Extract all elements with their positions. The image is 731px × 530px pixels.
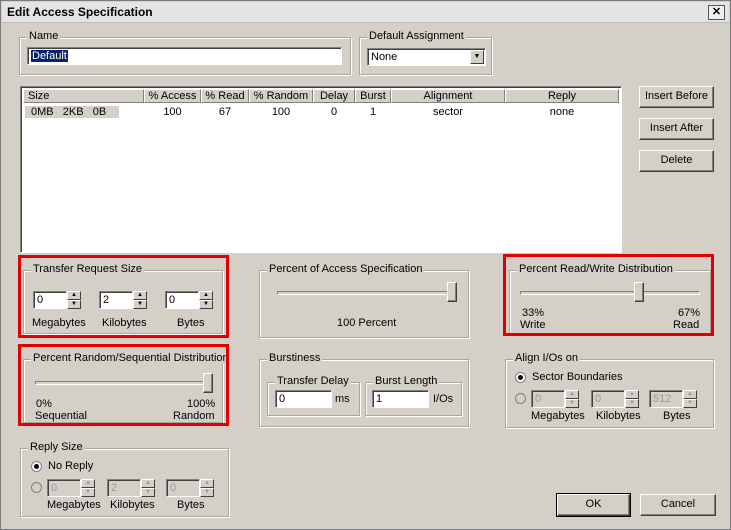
- reply-megabytes-label: Megabytes: [47, 499, 101, 511]
- reply-bytes-input[interactable]: 0: [166, 479, 200, 497]
- align-bytes-input[interactable]: 512: [649, 390, 683, 408]
- cell-size: 0MB 2KB 0B: [25, 106, 119, 118]
- reply-kilobytes-spinner[interactable]: ▲ ▼: [141, 479, 155, 497]
- transfer-delay-legend: Transfer Delay: [275, 375, 351, 387]
- close-icon[interactable]: ✕: [708, 5, 725, 20]
- burstiness-legend: Burstiness: [267, 352, 323, 364]
- cell-read: 67: [218, 106, 232, 118]
- edit-access-dialog: Edit Access Specification ✕ Name Default…: [0, 0, 731, 530]
- align-megabytes-spinner[interactable]: ▲ ▼: [565, 390, 579, 408]
- reply-kilobytes-label: Kilobytes: [110, 499, 155, 511]
- percent-access-slider[interactable]: [277, 291, 457, 295]
- percent-access-value: 100 Percent: [337, 317, 397, 329]
- align-megabytes-input[interactable]: 0: [531, 390, 565, 408]
- col-header-size[interactable]: Size: [23, 89, 144, 103]
- name-input[interactable]: Default: [27, 47, 342, 65]
- reply-megabytes-spinner[interactable]: ▲ ▼: [81, 479, 95, 497]
- cell-delay: 0: [330, 106, 338, 118]
- default-assignment-legend: Default Assignment: [367, 30, 466, 42]
- col-header-read[interactable]: % Read: [201, 89, 249, 103]
- insert-before-button[interactable]: Insert Before: [639, 86, 714, 108]
- align-bytes-label: Bytes: [663, 410, 691, 422]
- reply-size-legend: Reply Size: [28, 441, 85, 453]
- cancel-button[interactable]: Cancel: [640, 494, 716, 516]
- col-header-access[interactable]: % Access: [144, 89, 201, 103]
- burst-length-input[interactable]: 1: [372, 390, 429, 408]
- chevron-down-icon[interactable]: ▼: [470, 50, 484, 64]
- highlight-box-random: [18, 344, 229, 426]
- col-header-burst[interactable]: Burst: [355, 89, 391, 103]
- delete-button[interactable]: Delete: [639, 150, 714, 172]
- default-assignment-value: None: [371, 51, 398, 63]
- name-value: Default: [31, 50, 68, 62]
- align-custom-radio[interactable]: [515, 393, 526, 404]
- reply-bytes-label: Bytes: [177, 499, 205, 511]
- sector-boundaries-radio[interactable]: [515, 372, 526, 383]
- no-reply-label: No Reply: [48, 460, 94, 472]
- transfer-delay-unit: ms: [335, 393, 350, 405]
- reply-bytes-spinner[interactable]: ▲ ▼: [200, 479, 214, 497]
- cell-burst: 1: [369, 106, 377, 118]
- highlight-box-read-write: [503, 254, 714, 336]
- title-bar: Edit Access Specification ✕: [2, 2, 729, 23]
- transfer-delay-input[interactable]: 0: [275, 390, 332, 408]
- align-kilobytes-label: Kilobytes: [596, 410, 641, 422]
- align-ios-legend: Align I/Os on: [513, 352, 580, 364]
- cell-alignment: sector: [433, 106, 463, 118]
- cell-reply: none: [549, 106, 575, 118]
- no-reply-radio[interactable]: [31, 461, 42, 472]
- burst-length-unit: I/Os: [433, 393, 454, 405]
- cell-access: 100: [163, 106, 182, 118]
- burst-length-legend: Burst Length: [373, 375, 440, 387]
- col-header-random[interactable]: % Random: [249, 89, 313, 103]
- reply-kilobytes-input[interactable]: 2: [107, 479, 141, 497]
- name-legend: Name: [27, 30, 61, 42]
- align-kilobytes-input[interactable]: 0: [591, 390, 625, 408]
- access-spec-table[interactable]: Size % Access % Read % Random Delay Burs…: [20, 86, 622, 253]
- align-bytes-spinner[interactable]: ▲ ▼: [683, 390, 697, 408]
- percent-access-slider-thumb[interactable]: [447, 282, 457, 302]
- reply-custom-radio[interactable]: [31, 482, 42, 493]
- col-header-reply[interactable]: Reply: [505, 89, 619, 103]
- cell-random: 100: [271, 106, 291, 118]
- col-header-alignment[interactable]: Alignment: [391, 89, 505, 103]
- window-title: Edit Access Specification: [7, 5, 153, 19]
- col-header-delay[interactable]: Delay: [313, 89, 355, 103]
- insert-after-button[interactable]: Insert After: [639, 118, 714, 140]
- default-assignment-select[interactable]: None ▼: [367, 48, 486, 66]
- highlight-box-transfer-size: [18, 255, 229, 338]
- align-kilobytes-spinner[interactable]: ▲ ▼: [625, 390, 639, 408]
- sector-boundaries-label: Sector Boundaries: [532, 371, 623, 383]
- reply-megabytes-input[interactable]: 0: [47, 479, 81, 497]
- align-megabytes-label: Megabytes: [531, 410, 585, 422]
- ok-button[interactable]: OK: [556, 493, 631, 517]
- percent-access-legend: Percent of Access Specification: [267, 263, 425, 275]
